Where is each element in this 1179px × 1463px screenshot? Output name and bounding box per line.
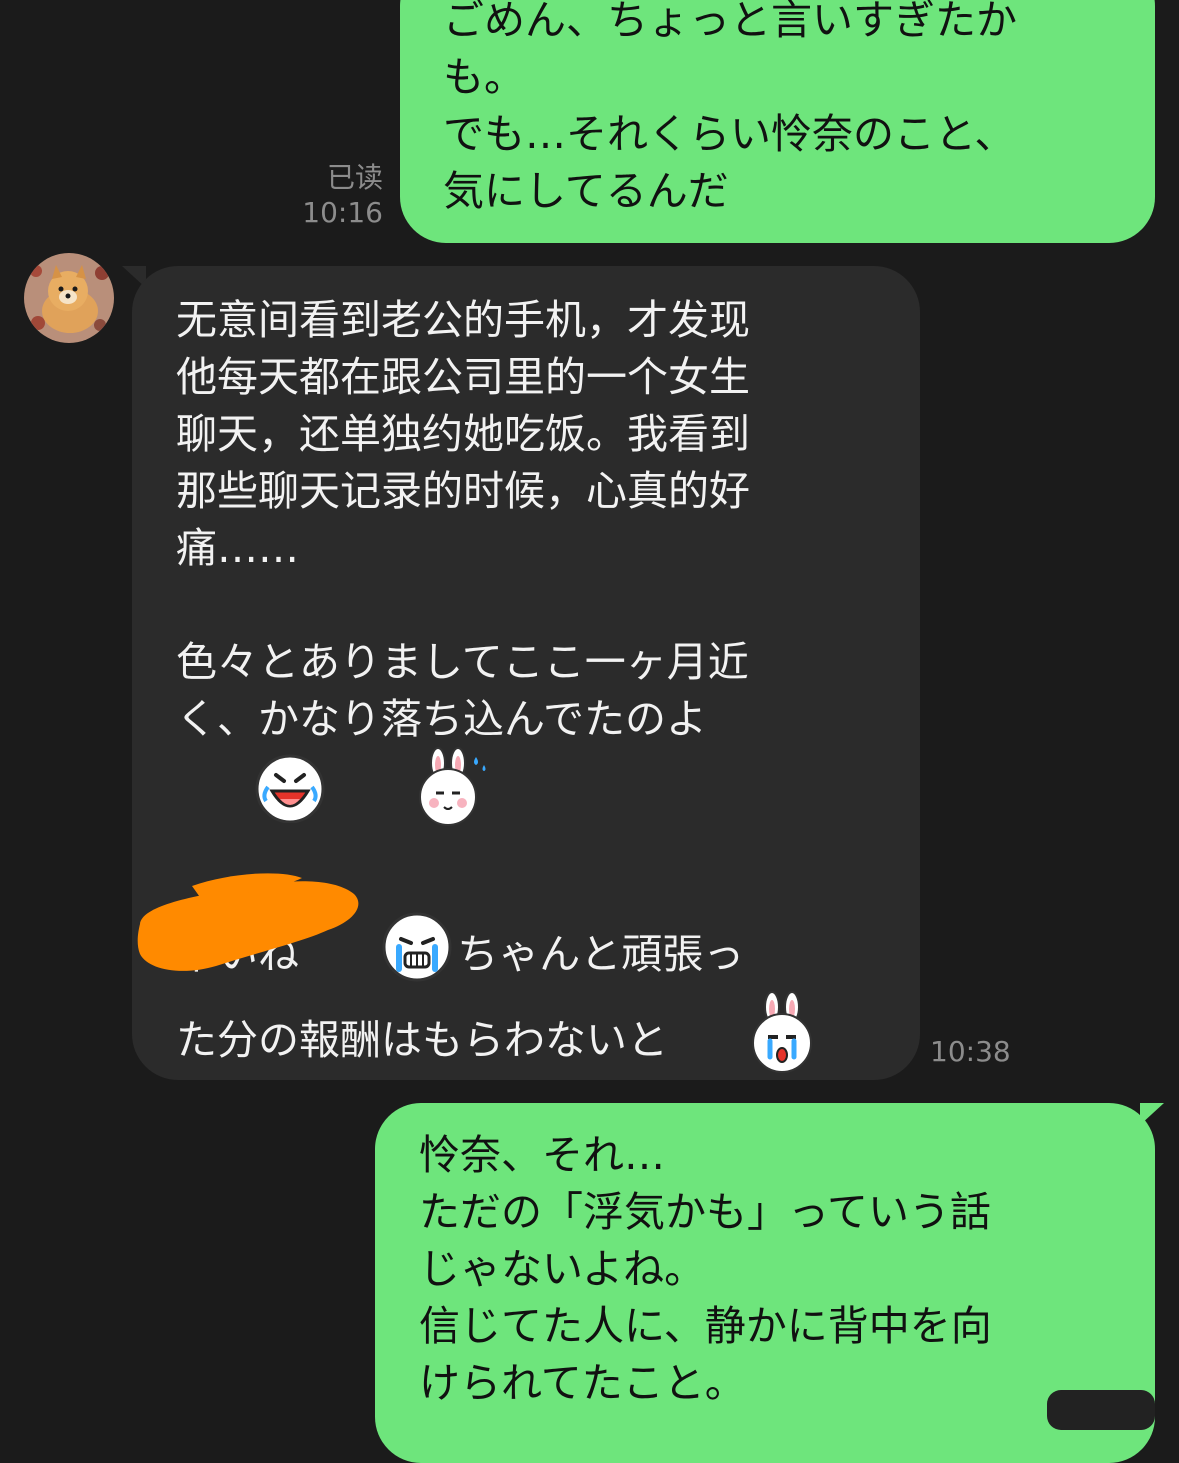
message-line-4: た分の報酬はもらわないと [176, 990, 880, 1082]
timestamp: 10:16 [302, 196, 383, 229]
message-text: 怜奈、それ… ただの「浮気かも」っていう話 じゃないよね。 信じてた人に、静かに… [419, 1131, 992, 1407]
pomeranian-avatar-icon [24, 253, 114, 343]
contact-avatar[interactable] [24, 253, 114, 343]
timestamp: 10:38 [930, 1035, 1011, 1068]
emoji-line [176, 746, 880, 834]
message-fragment: た分の報酬はもらわないと [176, 1015, 668, 1064]
scroll-to-bottom-button[interactable] [1047, 1390, 1155, 1430]
redaction-scribble [137, 873, 359, 971]
message-meta: 已读 10:16 [290, 160, 383, 230]
message-text-chinese: 无意间看到老公的手机，才发现 他每天都在跟公司里的一个女生 聊天，还单独约她吃饭… [176, 296, 750, 572]
read-receipt: 已读 [326, 161, 383, 194]
outgoing-message-bubble[interactable]: 怜奈、それ… ただの「浮気かも」っていう話 じゃないよね。 信じてた人に、静かに… [375, 1103, 1155, 1463]
outgoing-message-bubble[interactable]: ごめん、ちょっと言いすぎたか も。 でも…それくらい怜奈のこと、 気にしてるんだ [400, 0, 1155, 243]
message-text: ごめん、ちょっと言いすぎたか も。 でも…それくらい怜奈のこと、 気にしてるんだ [443, 0, 1017, 215]
incoming-message-bubble[interactable]: 无意间看到老公的手机，才发现 他每天都在跟公司里的一个女生 聊天，还单独约她吃饭… [132, 266, 920, 1080]
